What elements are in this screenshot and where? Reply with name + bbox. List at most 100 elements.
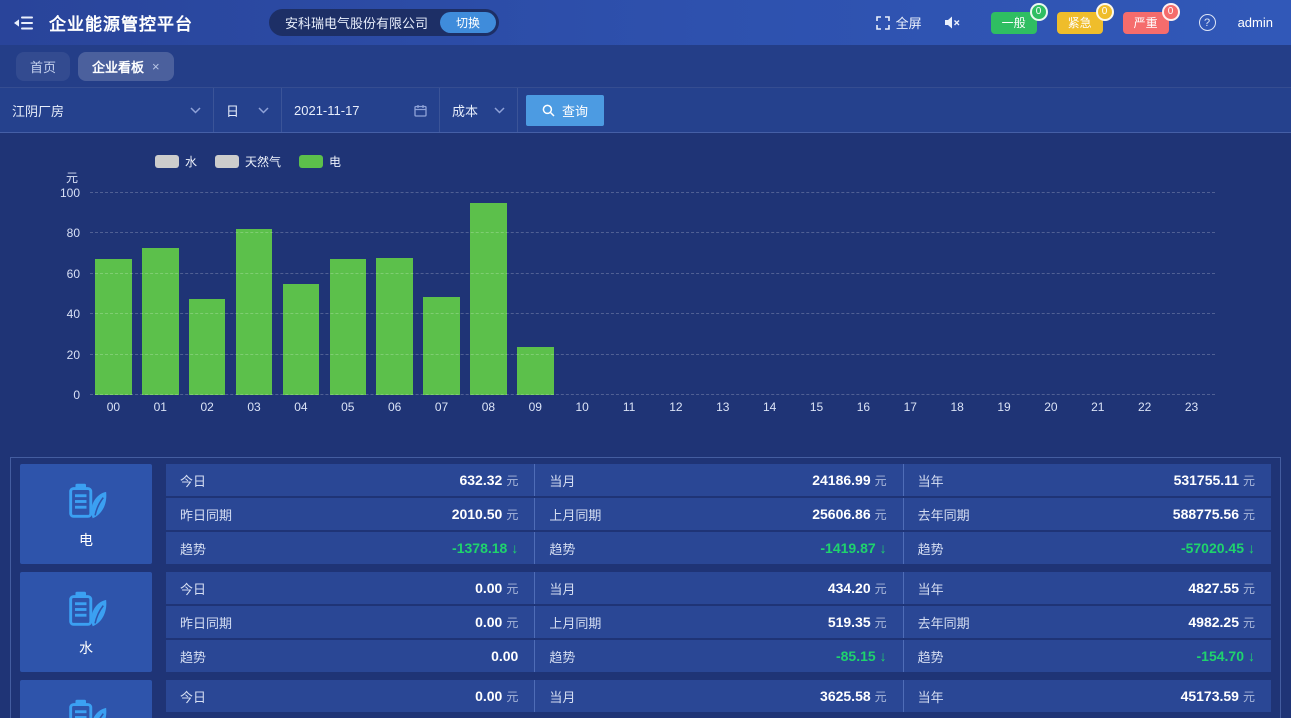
metric-cell: 上月同期519.35元	[534, 606, 902, 638]
switch-company-button[interactable]: 切换	[440, 12, 496, 33]
fullscreen-button[interactable]: 全屏	[876, 13, 922, 32]
bar-slot	[184, 193, 231, 395]
alarm-count-badge: 0	[1096, 3, 1114, 21]
tab-home[interactable]: 首页	[16, 52, 70, 81]
metric-value: 4982.25元	[1188, 614, 1255, 631]
metric-select-value: 成本	[452, 101, 478, 120]
query-button-label: 查询	[562, 101, 588, 120]
arrow-down-icon: ↓	[511, 540, 518, 556]
legend-item[interactable]: 天然气	[215, 153, 281, 170]
metric-value: 24186.99元	[812, 472, 886, 489]
x-axis-tick: 14	[746, 400, 793, 414]
x-axis-tick: 20	[1028, 400, 1075, 414]
x-axis-tick: 09	[512, 400, 559, 414]
metric-unit: 元	[875, 616, 887, 630]
legend-swatch	[299, 155, 323, 168]
bar-slot	[746, 193, 793, 395]
alarm-count-badge: 0	[1030, 3, 1048, 21]
energy-row-电: 电今日632.32元当月24186.99元当年531755.11元昨日同期201…	[20, 464, 1271, 564]
close-icon[interactable]: ×	[152, 59, 160, 74]
date-picker[interactable]: 2021-11-17	[282, 88, 440, 132]
energy-type-tile: 电	[20, 464, 152, 564]
metric-label: 趋势	[549, 539, 575, 558]
alarm-buttons: 一般0 紧急0 严重0	[991, 12, 1169, 34]
site-select[interactable]: 江阴厂房	[0, 88, 214, 132]
chart-plot: 元 020406080100	[90, 193, 1215, 395]
metric-label: 今日	[180, 687, 206, 706]
legend-item[interactable]: 电	[299, 153, 341, 170]
metric-value: 632.32元	[459, 472, 518, 489]
energy-cost-chart: 水 天然气 电 元 020406080100 0001020304050607080…	[0, 133, 1291, 414]
site-select-value: 江阴厂房	[12, 101, 64, 120]
metric-cell: 去年同期4982.25元	[903, 606, 1271, 638]
app-root: 企业能源管控平台 安科瑞电气股份有限公司 切换 全屏	[0, 0, 1291, 718]
x-axis-tick: 05	[324, 400, 371, 414]
bar-slot	[418, 193, 465, 395]
x-axis-tick: 01	[137, 400, 184, 414]
fullscreen-icon	[876, 16, 890, 30]
metrics-grid: 今日632.32元当月24186.99元当年531755.11元昨日同期2010…	[166, 464, 1271, 564]
period-select[interactable]: 日	[214, 88, 282, 132]
bar-slot	[278, 193, 325, 395]
alarm-label: 一般	[1002, 14, 1026, 31]
metric-cell: 上月同期25606.86元	[534, 498, 902, 530]
metric-value: 519.35元	[828, 614, 887, 631]
legend-label: 天然气	[245, 153, 281, 170]
metric-unit: 元	[506, 616, 518, 630]
x-axis-tick: 04	[278, 400, 325, 414]
metric-unit: 元	[1243, 616, 1255, 630]
bar-slot	[371, 193, 418, 395]
energy-row-水: 水今日0.00元当月434.20元当年4827.55元昨日同期0.00元上月同期…	[20, 572, 1271, 672]
metric-unit: 元	[875, 474, 887, 488]
metric-label: 当年	[918, 471, 944, 490]
metric-label: 趋势	[918, 539, 944, 558]
x-axis-tick: 02	[184, 400, 231, 414]
metric-value: 0.00元	[475, 580, 518, 597]
bar-slot	[840, 193, 887, 395]
query-button[interactable]: 查询	[526, 95, 604, 126]
bar-slot	[793, 193, 840, 395]
alarm-count-badge: 0	[1162, 3, 1180, 21]
tab-bar: 首页 企业看板 ×	[0, 45, 1291, 88]
bar-slot	[934, 193, 981, 395]
metric-cell: 趋势-1378.18↓	[166, 532, 534, 564]
metric-trend-value: -154.70↓	[1197, 648, 1255, 664]
header-right: 全屏 一般0 紧急0 严重0 ? admin	[876, 12, 1273, 34]
alarm-general-button[interactable]: 一般0	[991, 12, 1037, 34]
energy-type-label: 水	[79, 638, 93, 658]
bar-电-06	[376, 258, 413, 395]
metric-select[interactable]: 成本	[440, 88, 518, 132]
bar-slot	[653, 193, 700, 395]
alarm-critical-button[interactable]: 严重0	[1123, 12, 1169, 34]
energy-summary-table: 电今日632.32元当月24186.99元当年531755.11元昨日同期201…	[10, 457, 1281, 718]
calendar-icon	[414, 104, 427, 117]
chart-x-axis: 0001020304050607080910111213141516171819…	[90, 400, 1215, 414]
x-axis-tick: 13	[699, 400, 746, 414]
x-axis-tick: 12	[653, 400, 700, 414]
metric-cell: 今日632.32元	[166, 464, 534, 496]
metric-value: 0.00	[491, 648, 518, 664]
help-icon[interactable]: ?	[1199, 14, 1216, 31]
collapse-menu-icon[interactable]	[14, 14, 33, 32]
tab-dashboard[interactable]: 企业看板 ×	[78, 52, 174, 81]
metric-cell: 趋势-154.70↓	[903, 640, 1271, 672]
bar-slot	[559, 193, 606, 395]
metric-cell: 当年4827.55元	[903, 572, 1271, 604]
metric-unit: 元	[1243, 508, 1255, 522]
gridline	[90, 394, 1215, 395]
legend-item[interactable]: 水	[155, 153, 197, 170]
x-axis-tick: 06	[371, 400, 418, 414]
metric-cell: 当月24186.99元	[534, 464, 902, 496]
username[interactable]: admin	[1238, 15, 1273, 30]
metric-unit: 元	[875, 690, 887, 704]
metric-trend-value: -85.15↓	[836, 648, 887, 664]
metric-label: 趋势	[180, 539, 206, 558]
metric-unit: 元	[1243, 582, 1255, 596]
tab-label: 企业看板	[92, 57, 144, 76]
legend-swatch	[215, 155, 239, 168]
metric-label: 昨日同期	[180, 505, 232, 524]
mute-icon[interactable]	[944, 15, 961, 30]
metric-unit: 元	[1243, 690, 1255, 704]
gridline	[90, 273, 1215, 274]
alarm-urgent-button[interactable]: 紧急0	[1057, 12, 1103, 34]
